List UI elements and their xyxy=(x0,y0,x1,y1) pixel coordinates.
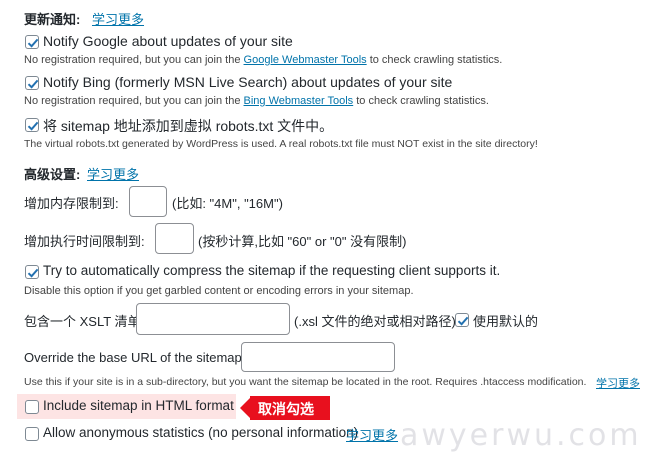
notify-google-desc: No registration required, but you can jo… xyxy=(24,54,503,66)
anonymous-stats-label: Allow anonymous statistics (no personal … xyxy=(43,425,359,440)
memory-limit-label: 增加内存限制到: xyxy=(24,196,119,211)
notify-google-checkbox[interactable] xyxy=(25,35,39,49)
xslt-hint: (.xsl 文件的绝对或相对路径) xyxy=(294,314,456,329)
anonymous-stats-checkbox[interactable] xyxy=(25,427,39,441)
compress-sitemap-desc: Disable this option if you get garbled c… xyxy=(24,285,414,297)
html-format-checkbox[interactable] xyxy=(25,400,39,414)
robots-txt-label: 将 sitemap 地址添加到虚拟 robots.txt 文件中。 xyxy=(43,118,334,134)
notify-bing-checkbox[interactable] xyxy=(25,76,39,90)
checkmark-icon xyxy=(27,38,39,48)
update-notify-heading: 更新通知: xyxy=(24,12,81,27)
exec-time-hint: (按秒计算,比如 "60" or "0" 没有限制) xyxy=(198,234,407,249)
notify-bing-label: Notify Bing (formerly MSN Live Search) a… xyxy=(43,74,453,90)
checkmark-icon xyxy=(27,121,39,131)
checkmark-icon xyxy=(27,79,39,89)
exec-time-input[interactable] xyxy=(155,223,194,254)
robots-txt-checkbox[interactable] xyxy=(25,118,39,132)
exec-time-label: 增加执行时间限制到: xyxy=(24,234,145,249)
xslt-use-default-label: 使用默认的 xyxy=(473,314,539,329)
bing-webmaster-tools-link[interactable]: Bing Webmaster Tools xyxy=(244,95,354,107)
google-webmaster-tools-link[interactable]: Google Webmaster Tools xyxy=(244,54,367,66)
notify-bing-desc: No registration required, but you can jo… xyxy=(24,95,489,107)
update-notify-learn-more-link[interactable]: 学习更多 xyxy=(92,9,144,28)
robots-txt-desc: The virtual robots.txt generated by Word… xyxy=(24,138,538,150)
html-format-label: Include sitemap in HTML format xyxy=(43,398,234,413)
memory-limit-input[interactable] xyxy=(129,186,167,217)
memory-limit-hint: (比如: "4M", "16M") xyxy=(172,196,283,211)
checkmark-icon xyxy=(457,316,469,326)
watermark-text: awyerwu.com xyxy=(400,418,642,453)
base-url-desc: Use this if your site is in a sub-direct… xyxy=(24,376,587,388)
xslt-label: 包含一个 XSLT 清单 xyxy=(24,314,141,329)
advanced-learn-more-link[interactable]: 学习更多 xyxy=(87,164,139,183)
callout-uncheck-label: 取消勾选 xyxy=(258,401,314,417)
advanced-heading: 高级设置: xyxy=(24,167,81,182)
compress-sitemap-checkbox[interactable] xyxy=(25,265,39,279)
base-url-learn-more-link[interactable]: 学习更多 xyxy=(596,375,640,391)
anonymous-stats-learn-more-link[interactable]: 学习更多 xyxy=(346,425,398,444)
xslt-use-default-checkbox[interactable] xyxy=(455,313,469,327)
checkmark-icon xyxy=(27,268,39,278)
base-url-label: Override the base URL of the sitemap: xyxy=(24,350,246,365)
base-url-input[interactable] xyxy=(241,342,395,372)
notify-google-label: Notify Google about updates of your site xyxy=(43,33,293,49)
compress-sitemap-label: Try to automatically compress the sitema… xyxy=(43,263,501,278)
xslt-input[interactable] xyxy=(136,303,290,335)
